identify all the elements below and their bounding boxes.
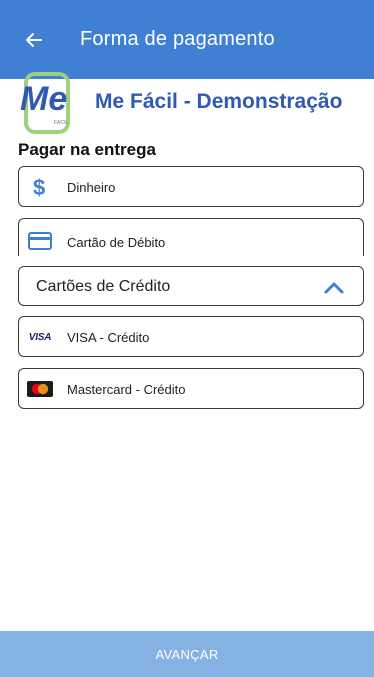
payment-option-cash-label: Dinheiro — [67, 180, 116, 195]
payment-option-mastercard-label: Mastercard - Crédito — [67, 382, 186, 397]
payment-option-debit[interactable]: Cartão de Débito — [18, 218, 364, 256]
logo-small-text: FÁCIL — [54, 119, 68, 126]
page-title: Forma de pagamento — [80, 28, 275, 50]
credit-cards-label: Cartões de Crédito — [36, 278, 171, 295]
store-brand: Me FÁCIL Me Fácil - Demonstração — [18, 70, 368, 136]
payment-option-visa-label: VISA - Crédito — [67, 330, 150, 345]
visa-icon: VISA — [27, 326, 53, 348]
back-button[interactable] — [20, 26, 48, 54]
next-button[interactable]: AVANÇAR — [0, 631, 374, 677]
credit-cards-toggle[interactable]: Cartões de Crédito — [18, 266, 364, 306]
store-name: Me Fácil - Demonstração — [95, 90, 343, 113]
dollar-icon: $ — [27, 175, 53, 199]
mastercard-icon — [27, 378, 53, 400]
chevron-up-icon — [324, 282, 344, 294]
payment-option-mastercard-credit[interactable]: Mastercard - Crédito — [18, 368, 364, 409]
visa-brand-text: VISA — [28, 331, 52, 343]
svg-text:$: $ — [33, 175, 45, 199]
logo-text: Me — [20, 80, 67, 118]
section-title: Pagar na entrega — [18, 140, 156, 159]
payment-option-debit-label: Cartão de Débito — [67, 235, 166, 250]
credit-card-icon — [27, 230, 53, 252]
app-bar: Forma de pagamento — [0, 0, 374, 79]
payment-option-visa-credit[interactable]: VISA VISA - Crédito — [18, 316, 364, 357]
payment-option-cash[interactable]: $ Dinheiro — [18, 166, 364, 207]
store-logo: Me FÁCIL — [20, 72, 70, 134]
arrow-left-icon — [26, 33, 42, 47]
